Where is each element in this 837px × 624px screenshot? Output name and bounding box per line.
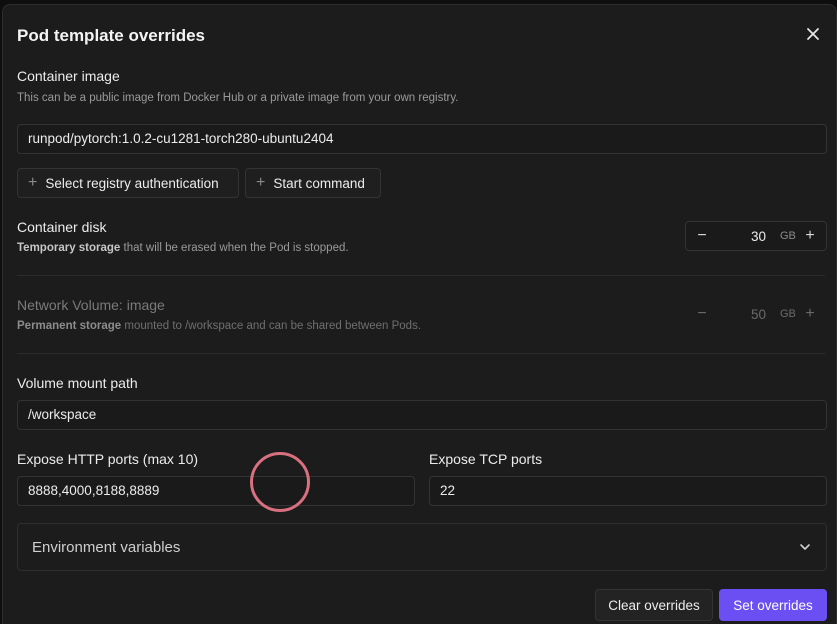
network-volume-hint: Permanent storage mounted to /workspace … bbox=[17, 320, 421, 332]
dialog-title: Pod template overrides bbox=[17, 26, 206, 45]
container-disk-hint-bold: Temporary storage bbox=[17, 242, 121, 254]
container-disk-hint-rest: that will be erased when the Pod is stop… bbox=[120, 242, 349, 254]
clear-overrides-button[interactable]: Clear overrides bbox=[595, 589, 713, 621]
select-registry-auth-button[interactable]: + Select registry authentication bbox=[17, 168, 239, 198]
plus-icon: + bbox=[28, 174, 38, 191]
container-disk-value[interactable]: 30 bbox=[710, 229, 780, 244]
decrement-button: − bbox=[697, 305, 707, 322]
container-image-input[interactable]: runpod/pytorch:1.0.2-cu1281-torch280-ubu… bbox=[17, 124, 827, 154]
tcp-ports-label: Expose TCP ports bbox=[429, 451, 543, 467]
start-command-label: Start command bbox=[273, 175, 365, 191]
pod-template-overrides-dialog: Pod template overrides Container image T… bbox=[2, 4, 837, 624]
select-registry-auth-label: Select registry authentication bbox=[45, 175, 219, 191]
container-disk-hint: Temporary storage that will be erased wh… bbox=[17, 242, 349, 254]
http-ports-value: 8888,4000,8188,8889 bbox=[28, 483, 160, 498]
plus-icon: + bbox=[256, 174, 266, 191]
network-volume-hint-rest: mounted to /workspace and can be shared … bbox=[121, 320, 422, 332]
divider bbox=[17, 275, 825, 276]
environment-variables-accordion[interactable]: Environment variables bbox=[17, 523, 827, 571]
volume-mount-label: Volume mount path bbox=[17, 375, 138, 391]
container-image-label: Container image bbox=[17, 68, 120, 84]
chevron-down-icon bbox=[800, 544, 810, 550]
network-volume-unit: GB bbox=[780, 308, 796, 320]
close-icon[interactable] bbox=[803, 24, 823, 44]
divider bbox=[17, 353, 825, 354]
tcp-ports-input[interactable]: 22 bbox=[429, 476, 827, 506]
increment-button[interactable]: + bbox=[802, 227, 818, 245]
network-volume-hint-bold: Permanent storage bbox=[17, 320, 122, 332]
container-disk-stepper[interactable]: − 30 GB + bbox=[685, 221, 827, 251]
http-ports-input[interactable]: 8888,4000,8188,8889 bbox=[17, 476, 415, 506]
environment-variables-label: Environment variables bbox=[32, 538, 181, 556]
increment-button: + bbox=[805, 305, 815, 322]
volume-mount-input[interactable]: /workspace bbox=[17, 400, 827, 430]
volume-mount-value: /workspace bbox=[28, 407, 97, 422]
network-volume-value: 50 bbox=[750, 306, 766, 322]
http-ports-label: Expose HTTP ports (max 10) bbox=[17, 451, 199, 467]
start-command-button[interactable]: + Start command bbox=[245, 168, 381, 198]
tcp-ports-value: 22 bbox=[440, 483, 456, 498]
container-image-hint: This can be a public image from Docker H… bbox=[17, 92, 459, 104]
container-disk-label: Container disk bbox=[17, 219, 107, 235]
set-overrides-button[interactable]: Set overrides bbox=[719, 589, 827, 621]
container-image-value: runpod/pytorch:1.0.2-cu1281-torch280-ubu… bbox=[28, 131, 334, 146]
container-disk-unit: GB bbox=[780, 230, 796, 242]
network-volume-label: Network Volume: image bbox=[17, 297, 165, 313]
decrement-button[interactable]: − bbox=[694, 227, 710, 245]
network-volume-stepper: − 50 GB + bbox=[685, 299, 827, 329]
